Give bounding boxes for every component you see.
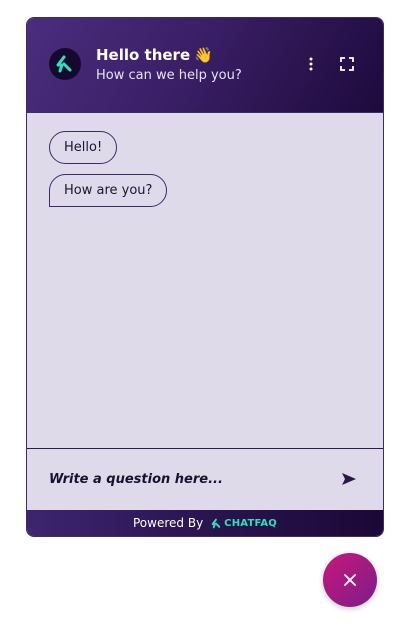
chatfaq-brand-text: CHATFAQ xyxy=(224,517,277,529)
message-list: Hello! How are you? xyxy=(27,112,383,448)
fullscreen-button[interactable] xyxy=(336,53,358,75)
send-button[interactable] xyxy=(337,467,361,491)
chat-subtitle: How can we help you? xyxy=(96,68,242,83)
powered-by-footer: Powered By CHATFAQ xyxy=(27,510,383,536)
message-bubble: How are you? xyxy=(49,174,168,207)
wave-emoji-icon: 👋 xyxy=(194,46,213,64)
more-menu-button[interactable] xyxy=(300,53,322,75)
more-vertical-icon xyxy=(309,57,313,71)
powered-by-label: Powered By xyxy=(133,516,204,530)
message-bubble: Hello! xyxy=(49,131,118,164)
chat-header: Hello there 👋 How can we help you? xyxy=(27,18,383,112)
close-chat-button[interactable] xyxy=(323,553,377,607)
chat-title-text: Hello there xyxy=(96,46,191,64)
close-icon xyxy=(344,574,356,586)
fullscreen-icon xyxy=(340,57,354,71)
chatfaq-brand[interactable]: CHATFAQ xyxy=(211,518,277,529)
chat-widget: Hello there 👋 How can we help you? Hello… xyxy=(26,17,384,537)
message-composer xyxy=(27,448,383,510)
chatfaq-logo-icon xyxy=(49,48,81,80)
chatfaq-logo-icon xyxy=(211,518,221,528)
question-input[interactable] xyxy=(49,467,309,491)
send-icon xyxy=(342,473,356,485)
chat-title: Hello there 👋 xyxy=(96,46,213,64)
